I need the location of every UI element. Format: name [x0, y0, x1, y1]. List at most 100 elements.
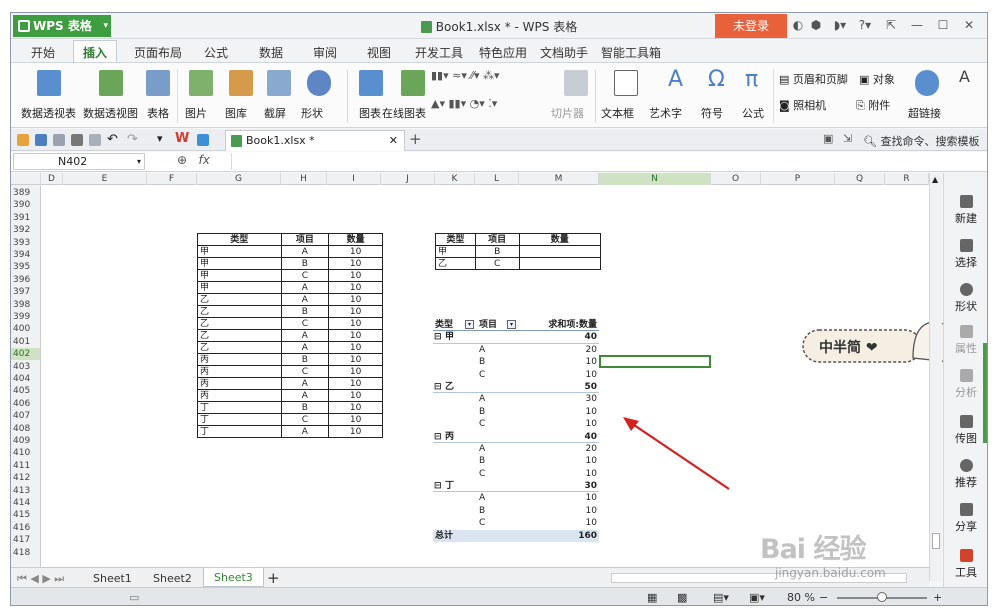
open-icon[interactable] — [17, 134, 29, 146]
tab-developer[interactable]: 开发工具 — [415, 44, 463, 61]
panel-collapse-handle[interactable] — [983, 343, 987, 443]
export-icon[interactable] — [53, 134, 65, 146]
restore-ribbon-icon[interactable]: ⇱ — [883, 17, 899, 34]
chart-type-buttons[interactable]: ▮▮▾ ≈▾ ⁄⁄▾ ⁂▾ — [431, 69, 500, 82]
table-cell[interactable]: 甲 — [197, 269, 282, 282]
row-header[interactable]: 400 — [11, 323, 40, 335]
panel-shape[interactable]: 形状 — [944, 283, 987, 314]
search-command[interactable]: 🔍︎ 查找命令、搜索模板 — [863, 133, 979, 149]
table-header-cell[interactable]: 数量 — [328, 233, 383, 246]
table-cell[interactable]: 乙 — [197, 317, 282, 330]
hyperlink-button[interactable]: 超链接 — [908, 105, 941, 121]
table-cell[interactable]: A — [280, 425, 330, 438]
col-header[interactable]: K — [435, 173, 475, 185]
file-tab[interactable]: Book1.xlsx * ✕ — [225, 130, 405, 151]
shape-button[interactable]: 形状 — [301, 105, 323, 121]
table-cell[interactable]: C — [280, 269, 330, 282]
table-cell[interactable]: 甲 — [197, 257, 282, 270]
table-cell[interactable]: A — [280, 377, 330, 390]
tab-review[interactable]: 审阅 — [313, 44, 337, 61]
maximize-button[interactable]: ☐ — [935, 17, 951, 34]
zoom-slider-thumb[interactable] — [877, 592, 887, 602]
print-icon[interactable] — [71, 134, 83, 146]
table-cell[interactable]: A — [280, 341, 330, 354]
table-cell[interactable]: 甲 — [197, 245, 282, 258]
sheet-nav-buttons[interactable]: ⏮ ◀ ▶ ⏭ — [17, 572, 64, 586]
table-cell[interactable]: 10 — [328, 269, 383, 282]
row-header[interactable]: 415 — [11, 509, 40, 521]
panel-tools[interactable]: 工具 — [944, 549, 987, 580]
col-header[interactable]: P — [761, 173, 835, 185]
table-cell[interactable]: A — [280, 389, 330, 402]
table-cell[interactable]: 10 — [328, 413, 383, 426]
collapse-icon[interactable]: ⊟ — [434, 431, 442, 443]
table-cell[interactable]: 10 — [328, 317, 383, 330]
arrow-icon[interactable]: ⇲ — [843, 132, 852, 145]
textbox-button[interactable]: 文本框 — [601, 105, 634, 121]
table-cell[interactable]: 乙 — [197, 305, 282, 318]
col-header[interactable]: I — [327, 173, 381, 185]
minimize-button[interactable]: — — [909, 17, 925, 34]
formula-button[interactable]: 公式 — [742, 105, 764, 121]
col-header[interactable]: Q — [835, 173, 885, 185]
row-header[interactable]: 395 — [11, 261, 40, 273]
pivot-item-row[interactable]: A 20 — [433, 344, 599, 356]
row-header[interactable]: 398 — [11, 299, 40, 311]
table-cell[interactable]: 丁 — [197, 401, 282, 414]
table-cell[interactable]: 10 — [328, 401, 383, 414]
table-cell[interactable]: A — [280, 293, 330, 306]
row-header[interactable]: 407 — [11, 410, 40, 422]
skin-icon[interactable]: ◐ — [791, 17, 805, 34]
row-header[interactable]: 399 — [11, 311, 40, 323]
tab-home[interactable]: 开始 — [31, 44, 55, 61]
table-cell[interactable]: 丙 — [197, 353, 282, 366]
redo-icon[interactable]: ↷ — [127, 132, 138, 147]
pivot-group-row[interactable]: 丁 ⊟ 30 — [433, 480, 599, 493]
header-footer-button[interactable]: ▤ 页眉和页脚 — [779, 71, 848, 87]
zoom-level[interactable]: 80 % — [787, 591, 815, 604]
screenshot-button[interactable]: 截屏 — [264, 105, 286, 121]
row-header[interactable]: 412 — [11, 472, 40, 484]
panel-share[interactable]: 分享 — [944, 503, 987, 534]
row-header[interactable]: 396 — [11, 274, 40, 286]
table-cell[interactable]: 10 — [328, 377, 383, 390]
table-cell[interactable]: C — [474, 257, 520, 270]
col-header[interactable]: L — [475, 173, 519, 185]
chart-type-buttons-2[interactable]: ▲▾ ▮▮▾ ◔▾ ⁚▾ — [431, 97, 497, 110]
row-header[interactable]: 392 — [11, 224, 40, 236]
table-cell[interactable]: 乙 — [197, 293, 282, 306]
sheet-tab[interactable]: Sheet2 — [153, 572, 192, 585]
customize-dropdown-icon[interactable]: ▾ — [157, 132, 163, 145]
table-cell[interactable]: 10 — [328, 389, 383, 402]
col-header[interactable]: F — [147, 173, 197, 185]
table-cell[interactable]: 10 — [328, 257, 383, 270]
save-icon[interactable] — [35, 134, 47, 146]
tab-insert[interactable]: 插入 — [73, 40, 118, 63]
table-header-cell[interactable]: 类型 — [197, 233, 282, 246]
undo-icon[interactable]: ↶ — [107, 132, 118, 147]
pivot-item-row[interactable]: C 10 — [433, 468, 599, 480]
panel-recommend[interactable]: 推荐 — [944, 459, 987, 490]
col-header[interactable]: D — [41, 173, 63, 185]
table-cell[interactable]: 10 — [328, 281, 383, 294]
row-header[interactable]: 391 — [11, 212, 40, 224]
name-box[interactable]: N402 ▾ — [13, 153, 145, 170]
close-button[interactable]: ✕ — [961, 17, 977, 34]
page-break-view-icon[interactable]: ▩ — [677, 591, 687, 604]
object-button[interactable]: ▣ 对象 — [859, 71, 895, 87]
attachment-button[interactable]: ⎘ 附件 — [856, 97, 890, 113]
table-cell[interactable]: A — [280, 329, 330, 342]
pivot-item-row[interactable]: C 10 — [433, 517, 599, 529]
scroll-up-icon[interactable]: ▲ — [932, 175, 938, 184]
reading-view-icon[interactable]: ▣▾ — [749, 591, 765, 604]
picture-button[interactable]: 图片 — [185, 105, 207, 121]
screen-icon[interactable]: ▣ — [823, 132, 833, 145]
new-tab-icon[interactable]: + — [409, 130, 422, 148]
row-header[interactable]: 408 — [11, 423, 40, 435]
table-cell[interactable]: 10 — [328, 353, 383, 366]
panel-analysis[interactable]: 分析 — [944, 369, 987, 400]
row-header[interactable]: 397 — [11, 286, 40, 298]
row-header[interactable]: 403 — [11, 361, 40, 373]
table-cell[interactable]: 丁 — [197, 425, 282, 438]
share-icon[interactable]: ◗▾ — [829, 17, 851, 34]
